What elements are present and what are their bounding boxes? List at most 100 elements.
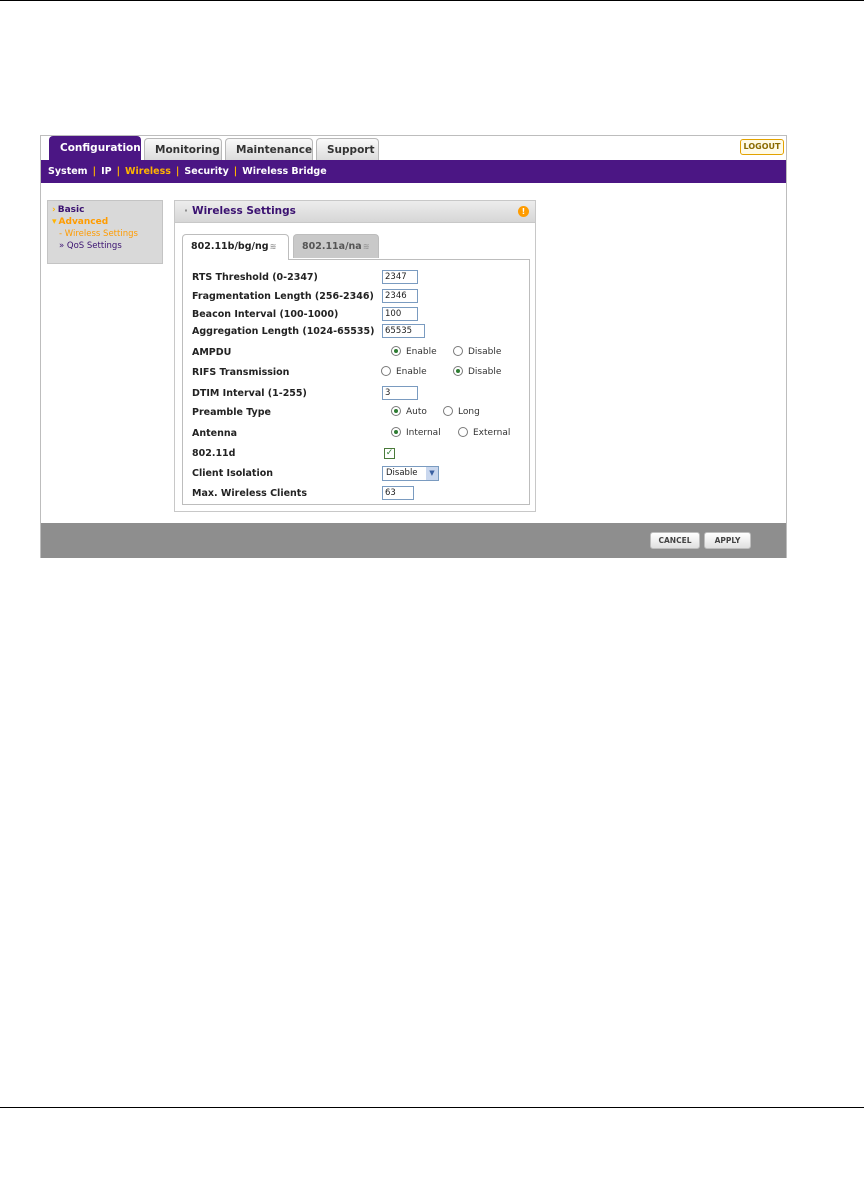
preamble-long-radio[interactable]: Long: [443, 406, 480, 417]
subnav-separator: |: [175, 166, 180, 177]
radio-unchecked-icon: [443, 406, 453, 416]
panel-title-text: Wireless Settings: [192, 205, 296, 217]
antenna-internal-radio[interactable]: Internal: [391, 427, 441, 438]
page-top-rule: [0, 0, 864, 1]
radio-unchecked-icon: [453, 346, 463, 356]
logout-button[interactable]: LOGOUT: [740, 139, 784, 155]
wifi-icon: ≋: [269, 242, 277, 251]
sidebar: › Basic ▾ Advanced - Wireless Settings » Q…: [47, 200, 163, 264]
row-preamble-type: Preamble Type Auto Long: [192, 405, 522, 423]
arrow-down-icon: ▾: [52, 217, 57, 227]
radio-checked-icon: [391, 427, 401, 437]
subnav-ip[interactable]: IP: [101, 166, 112, 177]
radio-label: External: [473, 428, 511, 438]
sidebar-item-label: Wireless Settings: [64, 229, 138, 239]
panel-title: · Wireless Settings: [184, 205, 296, 217]
preamble-type-label: Preamble Type: [192, 407, 271, 418]
radio-label: Disable: [468, 367, 502, 377]
radio-checked-icon: [391, 346, 401, 356]
ampdu-label: AMPDU: [192, 347, 232, 358]
sidebar-item-qos-settings[interactable]: » QoS Settings: [52, 240, 158, 252]
wireless-settings-panel: · Wireless Settings ! 802.11b/bg/ng≋ 802.…: [174, 200, 536, 512]
dtim-interval-input[interactable]: 3: [382, 386, 418, 400]
row-fragmentation-length: Fragmentation Length (256-2346) 2346: [192, 289, 522, 307]
subnav-system[interactable]: System: [48, 166, 88, 177]
sidebar-item-basic[interactable]: › Basic: [52, 204, 158, 216]
subnav-separator: |: [92, 166, 97, 177]
footer-bar: CANCEL APPLY: [41, 523, 786, 558]
sidebar-item-advanced[interactable]: ▾ Advanced: [52, 216, 158, 228]
antenna-label: Antenna: [192, 428, 238, 439]
antenna-external-radio[interactable]: External: [458, 427, 510, 438]
checkmark-icon: ✓: [385, 448, 394, 458]
rts-threshold-input[interactable]: 2347: [382, 270, 418, 284]
cancel-button[interactable]: CANCEL: [650, 532, 700, 549]
subnav-security[interactable]: Security: [184, 166, 228, 177]
row-client-isolation: Client Isolation Disable ▼: [192, 466, 522, 484]
row-max-wireless-clients: Max. Wireless Clients 63: [192, 486, 522, 504]
chevron-down-icon: ▼: [426, 467, 438, 480]
80211d-checkbox[interactable]: ✓: [384, 448, 395, 459]
sidebar-item-label: Advanced: [58, 217, 109, 227]
panel-header: · Wireless Settings !: [175, 201, 535, 223]
help-icon[interactable]: !: [518, 206, 529, 217]
radio-label: Disable: [468, 347, 502, 357]
row-aggregation-length: Aggregation Length (1024-65535) 65535: [192, 324, 522, 342]
sidebar-item-label: QoS Settings: [66, 241, 122, 251]
select-value: Disable: [386, 468, 418, 478]
subnav-wireless[interactable]: Wireless: [125, 166, 171, 177]
radio-label: Auto: [406, 407, 427, 417]
wifi-icon: ≋: [362, 242, 370, 251]
subnav-separator: |: [116, 166, 121, 177]
preamble-auto-radio[interactable]: Auto: [391, 406, 427, 417]
subnav-separator: |: [233, 166, 238, 177]
apply-button[interactable]: APPLY: [704, 532, 751, 549]
rifs-disable-radio[interactable]: Disable: [453, 366, 501, 377]
radio-label: Long: [458, 407, 480, 417]
page-bottom-rule: [0, 1107, 864, 1108]
dtim-interval-label: DTIM Interval (1-255): [192, 388, 307, 399]
radio-unchecked-icon: [381, 366, 391, 376]
max-wireless-clients-input[interactable]: 63: [382, 486, 414, 500]
aggregation-length-input[interactable]: 65535: [382, 324, 425, 338]
sub-navigation: System | IP | Wireless | Security | Wireless Bri…: [41, 160, 786, 183]
subnav-wireless-bridge[interactable]: Wireless Bridge: [242, 166, 326, 177]
router-admin-window: Configuration Monitoring Maintenance Sup…: [40, 135, 787, 558]
row-antenna: Antenna Internal External: [192, 426, 522, 444]
row-rts-threshold: RTS Threshold (0-2347) 2347: [192, 270, 522, 288]
row-rifs-transmission: RIFS Transmission Enable Disable: [192, 365, 522, 383]
main-tab-bar: Configuration Monitoring Maintenance Sup…: [41, 136, 786, 160]
tab-maintenance[interactable]: Maintenance: [225, 138, 313, 160]
ampdu-enable-radio[interactable]: Enable: [391, 346, 437, 357]
row-80211d: 802.11d ✓: [192, 446, 522, 464]
radio-checked-icon: [391, 406, 401, 416]
tab-80211bgng[interactable]: 802.11b/bg/ng≋: [182, 234, 289, 260]
row-beacon-interval: Beacon Interval (100-1000) 100: [192, 307, 522, 325]
client-isolation-label: Client Isolation: [192, 468, 274, 479]
tab-label: 802.11a/na: [302, 241, 362, 252]
sidebar-item-label: Basic: [57, 205, 85, 215]
arrow-right-icon: ›: [52, 205, 56, 215]
radio-checked-icon: [453, 366, 463, 376]
beacon-interval-input[interactable]: 100: [382, 307, 418, 321]
tab-support[interactable]: Support: [316, 138, 379, 160]
settings-form: RTS Threshold (0-2347) 2347 Fragmentatio…: [182, 259, 530, 505]
tab-configuration[interactable]: Configuration: [49, 136, 141, 160]
radio-label: Internal: [406, 428, 441, 438]
fragmentation-length-input[interactable]: 2346: [382, 289, 418, 303]
aggregation-length-label: Aggregation Length (1024-65535): [192, 326, 375, 337]
fragmentation-length-label: Fragmentation Length (256-2346): [192, 291, 374, 302]
rifs-enable-radio[interactable]: Enable: [381, 366, 427, 377]
radio-label: Enable: [396, 367, 427, 377]
radio-unchecked-icon: [458, 427, 468, 437]
client-isolation-select[interactable]: Disable ▼: [382, 466, 439, 481]
ampdu-disable-radio[interactable]: Disable: [453, 346, 501, 357]
beacon-interval-label: Beacon Interval (100-1000): [192, 309, 339, 320]
tab-80211ana[interactable]: 802.11a/na≋: [293, 234, 379, 258]
bullet-icon: ·: [184, 205, 188, 217]
tab-monitoring[interactable]: Monitoring: [144, 138, 222, 160]
rifs-transmission-label: RIFS Transmission: [192, 367, 290, 378]
row-ampdu: AMPDU Enable Disable: [192, 345, 522, 363]
sidebar-item-wireless-settings[interactable]: - Wireless Settings: [52, 228, 158, 240]
max-wireless-clients-label: Max. Wireless Clients: [192, 488, 307, 499]
